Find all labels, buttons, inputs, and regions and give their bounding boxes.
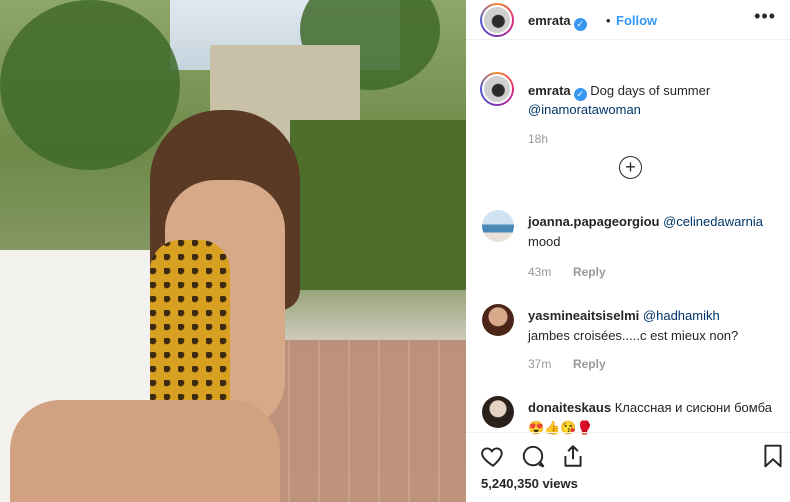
username-link[interactable]: emrata xyxy=(528,13,571,28)
caption-timestamp: 18h xyxy=(528,132,549,146)
post-media[interactable] xyxy=(0,0,466,502)
separator-dot: • xyxy=(606,13,611,28)
caption-username[interactable]: emrata xyxy=(528,83,571,98)
commenter-avatar[interactable] xyxy=(482,396,514,428)
verified-badge-icon: ✓ xyxy=(573,88,587,101)
comment-timestamp: 43m xyxy=(528,265,552,279)
comment-text: jambes croisées.....c est mieux non? xyxy=(528,328,739,343)
follow-button[interactable]: Follow xyxy=(616,13,657,28)
load-more-comments-button[interactable]: + xyxy=(619,156,642,179)
commenter-avatar[interactable] xyxy=(482,210,514,242)
caption-text: Dog days of summer xyxy=(590,83,711,98)
caption-avatar[interactable] xyxy=(480,72,514,106)
share-icon[interactable] xyxy=(560,443,586,469)
heart-icon[interactable] xyxy=(480,443,506,469)
verified-badge-icon: ✓ xyxy=(573,18,587,31)
avatar[interactable] xyxy=(480,3,514,37)
commenter-avatar[interactable] xyxy=(482,304,514,336)
comment-mention[interactable]: @hadhamikh xyxy=(643,308,720,323)
comment-mention[interactable]: @celinedawarnia xyxy=(663,214,763,229)
bookmark-icon[interactable] xyxy=(760,443,786,469)
comment-icon[interactable] xyxy=(520,443,546,469)
reply-button[interactable]: Reply xyxy=(573,357,606,371)
comment-timestamp: 37m xyxy=(528,357,552,371)
post-header: emrata ✓ • Follow ••• xyxy=(466,0,790,40)
view-count: 5,240,350 views xyxy=(481,476,578,491)
caption-mention[interactable]: @inamoratawoman xyxy=(528,102,641,117)
comment-username[interactable]: joanna.papageorgiou xyxy=(528,214,659,229)
comment-text: mood xyxy=(528,234,561,249)
reply-button[interactable]: Reply xyxy=(573,265,606,279)
comment-username[interactable]: yasmineaitsiselmi xyxy=(528,308,639,323)
comment-username[interactable]: donaiteskaus xyxy=(528,400,611,415)
action-bar xyxy=(466,432,790,502)
more-icon[interactable]: ••• xyxy=(754,6,776,27)
